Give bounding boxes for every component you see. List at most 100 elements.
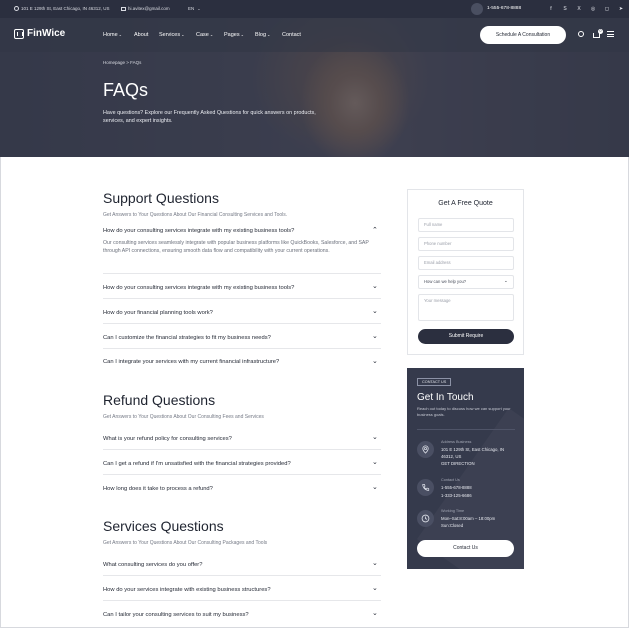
nav-home[interactable]: Home⌄ xyxy=(103,32,122,38)
chevron-down-icon: ⌄ xyxy=(197,6,201,11)
chevron-down-icon[interactable]: ⌄ xyxy=(372,585,378,592)
divider xyxy=(103,348,381,349)
phone-icon xyxy=(471,3,483,15)
breadcrumb[interactable]: Homepage > FAQs xyxy=(103,60,141,65)
location-icon xyxy=(417,441,434,458)
services-questions-title: Services Questions xyxy=(103,518,224,534)
chat-icon[interactable]: ◻ xyxy=(604,6,610,12)
contact-subtitle: Reach out today to discuss how we can su… xyxy=(417,406,511,417)
telegram-icon[interactable]: ➤ xyxy=(618,6,624,12)
contact-title: Get In Touch xyxy=(417,392,474,403)
schedule-consultation-button[interactable]: Schedule A Consultation xyxy=(480,26,566,44)
faq-question[interactable]: What is your refund policy for consultin… xyxy=(103,436,381,442)
divider xyxy=(103,298,381,299)
faq-question[interactable]: How do your consulting services integrat… xyxy=(103,228,381,234)
chevron-down-icon[interactable]: ⌄ xyxy=(372,610,378,617)
full-name-field[interactable]: Full name xyxy=(418,218,514,232)
chevron-down-icon[interactable]: ⌄ xyxy=(372,308,378,315)
chevron-down-icon[interactable]: ⌄ xyxy=(372,434,378,441)
support-questions-title: Support Questions xyxy=(103,190,219,206)
nav-contact[interactable]: Contact xyxy=(282,32,301,38)
chevron-up-icon[interactable]: ⌃ xyxy=(372,227,378,234)
support-questions-subtitle: Get Answers to Your Questions About Our … xyxy=(103,212,288,218)
faq-question[interactable]: How do your financial planning tools wor… xyxy=(103,310,381,316)
refund-questions-title: Refund Questions xyxy=(103,392,216,408)
nav-case[interactable]: Case⌄ xyxy=(196,32,213,38)
clock-icon xyxy=(417,510,434,527)
address-info: 101 E 129th St, East Chicago, IN 46312, … xyxy=(14,6,110,11)
help-select[interactable]: How can we help you? xyxy=(418,275,514,289)
chevron-down-icon[interactable]: ⌄ xyxy=(372,560,378,567)
divider xyxy=(103,323,381,324)
chevron-down-icon[interactable]: ⌄ xyxy=(372,333,378,340)
contact-label: Contact Us xyxy=(441,478,460,482)
address-label: Address Business xyxy=(441,440,472,444)
language-select[interactable]: EN ⌄ xyxy=(188,6,201,11)
address-line: 46312, US xyxy=(441,454,462,459)
cart-count-badge: 0 xyxy=(598,29,603,34)
instagram-icon[interactable]: ◎ xyxy=(590,6,596,12)
nav-blog[interactable]: Blog⌄ xyxy=(255,32,270,38)
submit-require-button[interactable]: Submit Require xyxy=(418,329,514,344)
chevron-down-icon[interactable]: ⌄ xyxy=(372,358,378,365)
faq-question[interactable]: Can I customize the financial strategies… xyxy=(103,335,381,341)
topbar-email[interactable]: hi.avitex@gmail.com xyxy=(128,6,170,11)
nav-pages[interactable]: Pages⌄ xyxy=(224,32,244,38)
faq-answer: Our consulting services seamlessly integ… xyxy=(103,240,369,255)
divider xyxy=(103,449,381,450)
logo-icon xyxy=(14,28,24,39)
mail-icon xyxy=(121,6,126,11)
contact-badge: CONTACT US xyxy=(417,378,452,386)
faq-question[interactable]: What consulting services do you offer? xyxy=(103,562,381,568)
site-logo[interactable]: FinWice xyxy=(14,28,65,39)
topbar-phone[interactable]: 1-555-678-8888 xyxy=(487,6,521,11)
working-hours: Sun:Closed xyxy=(441,523,464,528)
divider xyxy=(103,600,381,601)
chevron-down-icon[interactable]: ⌄ xyxy=(372,484,378,491)
chevron-down-icon: ⌄ xyxy=(504,278,508,283)
services-questions-subtitle: Get Answers to Your Questions About Our … xyxy=(103,540,268,546)
facebook-icon[interactable]: f xyxy=(548,6,554,12)
phone-field[interactable]: Phone number xyxy=(418,237,514,251)
topbar-address: 101 E 129th St, East Chicago, IN 46312, … xyxy=(21,6,110,11)
faq-question[interactable]: Can I get a refund if I'm unsatisfied wi… xyxy=(103,461,381,467)
divider xyxy=(417,429,515,430)
working-hours: Mon–Sat:8:00am – 18:00pm xyxy=(441,516,496,521)
top-bar: 101 E 129th St, East Chicago, IN 46312, … xyxy=(0,0,629,18)
quote-form-title: Get A Free Quote xyxy=(438,200,493,207)
nav-about[interactable]: About xyxy=(134,32,148,38)
skype-icon[interactable]: S xyxy=(562,6,568,12)
chevron-down-icon[interactable]: ⌄ xyxy=(372,459,378,466)
nav-services[interactable]: Services⌄ xyxy=(159,32,184,38)
faq-question[interactable]: Can I tailor your consulting services to… xyxy=(103,612,381,618)
faq-question[interactable]: How long does it take to process a refun… xyxy=(103,486,381,492)
working-time-label: Working Time xyxy=(441,509,465,513)
x-icon[interactable]: X xyxy=(576,6,582,12)
logo-text: FinWice xyxy=(27,28,66,39)
contact-us-button[interactable]: Contact Us xyxy=(417,540,514,557)
search-icon[interactable] xyxy=(578,31,584,37)
contact-phone[interactable]: 1-333-125-6686 xyxy=(441,493,515,499)
email-field[interactable]: Email address xyxy=(418,256,514,270)
chevron-down-icon: ⌄ xyxy=(267,32,271,37)
email-info[interactable]: hi.avitex@gmail.com xyxy=(121,6,170,11)
chevron-down-icon[interactable]: ⌄ xyxy=(372,283,378,290)
language-label[interactable]: EN xyxy=(188,6,194,11)
divider xyxy=(103,273,381,274)
contact-phone[interactable]: 1-555-678-8888 xyxy=(441,485,515,491)
faq-question[interactable]: Can I integrate your services with my cu… xyxy=(103,359,381,365)
chevron-down-icon: ⌄ xyxy=(181,32,185,37)
chevron-down-icon: ⌄ xyxy=(118,32,123,37)
menu-icon[interactable] xyxy=(607,31,614,37)
get-direction-link[interactable]: GET DIRECTION xyxy=(441,461,515,467)
address-line: 101 E 129th St, East Chicago, IN xyxy=(441,447,505,452)
phone-icon xyxy=(417,479,434,496)
divider xyxy=(103,575,381,576)
location-icon xyxy=(14,6,19,11)
message-field[interactable]: Your message xyxy=(418,294,514,321)
faq-question[interactable]: How do your consulting services integrat… xyxy=(103,285,381,291)
divider xyxy=(103,474,381,475)
chevron-down-icon: ⌄ xyxy=(209,32,214,37)
faq-question[interactable]: How do your services integrate with exis… xyxy=(103,587,381,593)
refund-questions-subtitle: Get Answers to Your Questions About Our … xyxy=(103,414,264,420)
